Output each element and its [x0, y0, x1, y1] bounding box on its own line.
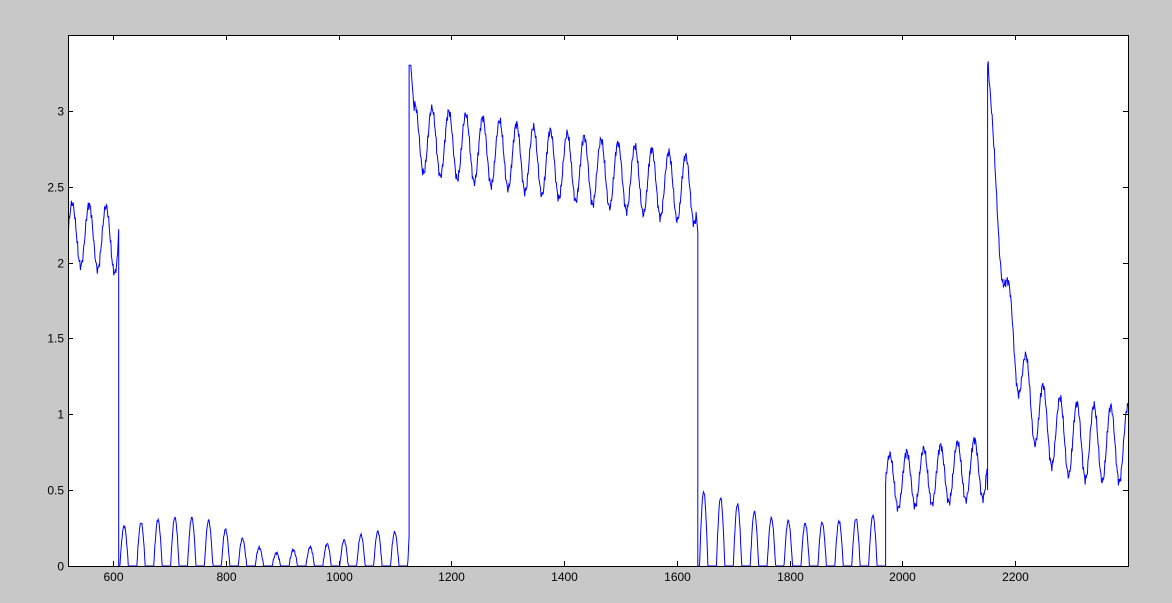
x-tick-label: 600 [103, 570, 123, 584]
x-tick-label: 1600 [664, 570, 691, 584]
x-tick-label: 2200 [1002, 570, 1029, 584]
x-tick-label: 1000 [326, 570, 353, 584]
y-tick-label: 2.5 [47, 181, 64, 195]
figure: 600 800 1000 1200 1400 1600 1800 2000 2200 0 0.5 1 1… [0, 0, 1172, 603]
x-tick-label: 2000 [889, 570, 916, 584]
y-tick-label: 0.5 [47, 484, 64, 498]
y-tick-label: 3 [57, 105, 64, 119]
y-tick-label: 1 [57, 408, 64, 422]
x-tick-label: 1200 [438, 570, 465, 584]
x-tick-label: 1800 [777, 570, 804, 584]
y-tick-label: 2 [57, 257, 64, 271]
y-tick-label: 1.5 [47, 332, 64, 346]
x-tick-label: 800 [216, 570, 236, 584]
x-tick-label: 1400 [551, 570, 578, 584]
y-tick-label: 0 [57, 560, 64, 574]
